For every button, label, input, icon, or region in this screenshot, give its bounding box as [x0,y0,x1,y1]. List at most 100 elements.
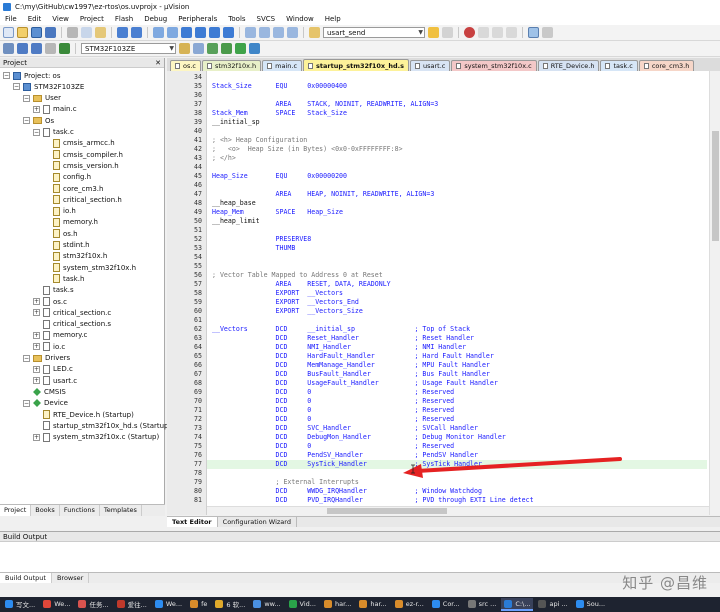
code-line[interactable]: DCD BusFault_Handler ; Bus Fault Handler [207,370,707,379]
code-line[interactable]: DCD 0 ; Reserved [207,388,707,397]
tree-expander-icon[interactable]: + [33,331,40,339]
tree-node[interactable]: − Project: os [3,70,60,81]
menu-item-edit[interactable]: Edit [28,15,42,23]
taskbar-item[interactable]: C:\... [501,598,534,611]
build-icon[interactable] [17,43,28,54]
menu-item-debug[interactable]: Debug [144,15,167,23]
tree-node[interactable]: CMSIS [23,386,66,397]
undo-icon[interactable] [117,27,128,38]
open-folder-icon[interactable] [17,27,28,38]
translate-icon[interactable] [3,43,14,54]
close-icon[interactable]: ✕ [155,58,161,68]
editor-tab[interactable]: RTE_Device.h [537,60,600,71]
code-line[interactable]: Stack_Size EQU 0x00000400 [207,82,707,91]
manage-rte-icon[interactable] [207,43,218,54]
uncomment-icon[interactable] [287,27,298,38]
tree-expander-icon[interactable]: + [33,343,40,351]
tree-node[interactable]: + os.c [33,296,67,307]
code-line[interactable]: THUMB [207,244,707,253]
target-options-icon[interactable] [179,43,190,54]
scrollbar-thumb[interactable] [712,131,719,241]
taskbar-item[interactable]: 写文... [2,598,38,611]
find-combo[interactable]: usart_send ▼ [323,27,425,38]
code-line[interactable]: ; </h> [207,154,707,163]
code-line[interactable]: DCD MemManage_Handler ; MPU Fault Handle… [207,361,707,370]
tree-node[interactable]: − STM32F103ZE [13,81,84,92]
taskbar-item[interactable]: 任务... [75,598,111,611]
tab-text-editor[interactable]: Text Editor [167,517,218,527]
code-line[interactable]: AREA STACK, NOINIT, READWRITE, ALIGN=3 [207,100,707,109]
save-all-icon[interactable] [45,27,56,38]
vertical-scrollbar[interactable] [709,71,720,515]
code-line[interactable]: DCD HardFault_Handler ; Hard Fault Handl… [207,352,707,361]
code-line[interactable]: DCD SVC_Handler ; SVCall Handler [207,424,707,433]
tab-configuration-wizard[interactable]: Configuration Wizard [218,517,297,527]
disable-breakpoint-icon[interactable] [492,27,503,38]
tree-node[interactable]: RTE_Device.h (Startup) [33,409,134,420]
code-line[interactable]: DCD 0 ; Reserved [207,415,707,424]
taskbar-item[interactable]: Vid... [286,598,319,611]
code-line[interactable]: DCD 0 ; Reserved [207,442,707,451]
taskbar-item[interactable]: 爱往... [114,598,150,611]
code-line[interactable]: Stack_Mem SPACE Stack_Size [207,109,707,118]
tree-node[interactable]: + usart.c [33,375,77,386]
editor-tab[interactable]: system_stm32f10x.c [451,60,537,71]
tree-node[interactable]: + main.c [33,104,77,115]
code-line[interactable]: ; Vector Table Mapped to Address 0 at Re… [207,271,707,280]
tree-node[interactable]: cmsis_version.h [43,160,119,171]
taskbar-item[interactable]: We... [40,598,73,611]
unindent-icon[interactable] [259,27,270,38]
tree-expander-icon[interactable]: + [33,309,40,317]
window-layout-icon[interactable] [528,27,539,38]
tab-build-output[interactable]: Build Output [0,573,52,583]
code-line[interactable] [207,226,707,235]
code-line[interactable]: __initial_sp [207,118,707,127]
debug-start-icon[interactable] [464,27,475,38]
tree-node[interactable]: memory.h [43,217,98,228]
tab-project[interactable]: Project [0,505,32,516]
code-line[interactable]: DCD DebugMon_Handler ; Debug Monitor Han… [207,433,707,442]
code-line[interactable]: DCD Reset_Handler ; Reset Handler [207,334,707,343]
editor-tab[interactable]: startup_stm32f10x_hd.s [303,59,409,71]
tree-node[interactable]: system_stm32f10x.h [43,262,136,273]
copy-icon[interactable] [81,27,92,38]
tree-node[interactable]: cmsis_compiler.h [43,149,123,160]
code-line[interactable]: Heap_Size EQU 0x00000200 [207,172,707,181]
tree-expander-icon[interactable]: + [33,105,40,113]
code-line[interactable]: DCD NMI_Handler ; NMI Handler [207,343,707,352]
taskbar-item[interactable]: 6 软... [212,598,248,611]
code-line[interactable]: ; <o> Heap Size (in Bytes) <0x0-0xFFFFFF… [207,145,707,154]
tree-expander-icon[interactable]: + [33,298,40,305]
tree-expander-icon[interactable]: + [33,433,40,441]
taskbar-item[interactable]: har... [356,598,389,611]
code-line[interactable]: DCD WWDG_IRQHandler ; Window Watchdog [207,487,707,496]
menu-item-file[interactable]: File [5,15,17,23]
code-line[interactable]: __Vectors DCD __initial_sp ; Top of Stac… [207,325,707,334]
tree-node[interactable]: critical_section.s [33,319,111,330]
menu-item-svcs[interactable]: SVCS [257,15,276,23]
code-line[interactable]: DCD 0 ; Reserved [207,397,707,406]
code-line[interactable]: Heap_Mem SPACE Heap_Size [207,208,707,217]
incremental-find-icon[interactable] [442,27,453,38]
tree-node[interactable]: − Os [23,115,54,126]
comment-icon[interactable] [273,27,284,38]
code-line[interactable]: AREA HEAP, NOINIT, READWRITE, ALIGN=3 [207,190,707,199]
taskbar-item[interactable]: fe [187,598,210,611]
code-area[interactable]: Stack_Size EQU 0x00000400 AREA STACK, NO… [207,71,707,515]
code-editor[interactable]: Stack_Size EQU 0x00000400 AREA STACK, NO… [167,71,720,515]
tab-books[interactable]: Books [31,505,60,516]
tree-node[interactable]: startup_stm32f10x_hd.s (Startup) [33,420,171,431]
code-line[interactable]: DCD PVD_IRQHandler ; PVD through EXTI Li… [207,496,707,505]
save-icon[interactable] [31,27,42,38]
menu-item-window[interactable]: Window [286,15,314,23]
breakpoint-icon[interactable] [478,27,489,38]
tree-expander-icon[interactable]: − [3,72,10,79]
bookmark-icon[interactable] [181,27,192,38]
tab-templates[interactable]: Templates [100,505,142,516]
code-line[interactable]: PRESERVE8 [207,235,707,244]
tree-expander-icon[interactable]: − [13,83,20,91]
tree-node[interactable]: io.h [43,206,76,217]
download-icon[interactable] [59,43,70,54]
tree-node[interactable]: config.h [43,172,91,183]
tree-node[interactable]: + system_stm32f10x.c (Startup) [33,432,159,443]
